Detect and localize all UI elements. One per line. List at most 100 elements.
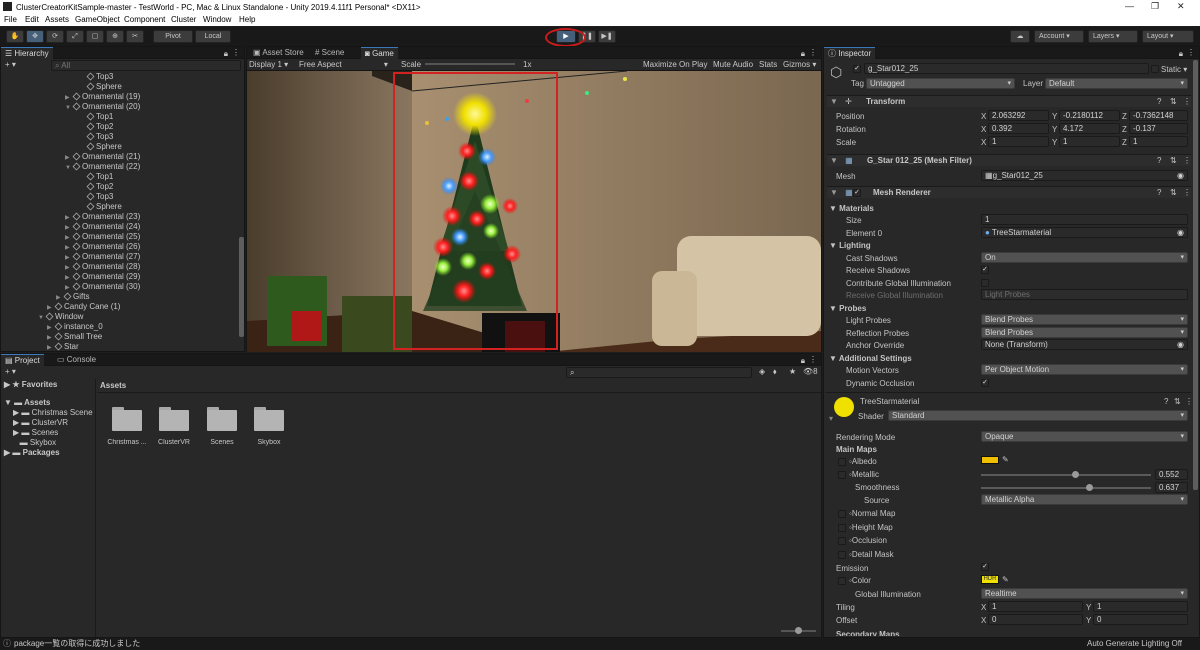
expanded-arrow-icon[interactable]: ▼ — [38, 313, 46, 323]
favorites-item[interactable]: ▶ ★ Favorites — [4, 380, 57, 390]
source-dropdown[interactable]: Metallic Alpha — [981, 494, 1188, 505]
move-tool-icon[interactable]: ✥ — [26, 30, 44, 43]
kebab-icon[interactable]: ⋮ — [1183, 96, 1191, 108]
scale-z-input[interactable]: 1 — [1129, 136, 1188, 147]
menu-window[interactable]: Window — [203, 15, 231, 24]
mesh-renderer-header[interactable]: ▼ ▦ ✓ Mesh Renderer ? ⇅ ⋮ — [827, 186, 1191, 198]
local-toggle[interactable]: Local — [195, 30, 231, 43]
auto-lighting-status[interactable]: Auto Generate Lighting Off — [1087, 639, 1182, 649]
rotation-y-input[interactable]: 4.172 — [1059, 123, 1120, 134]
hierarchy-item[interactable]: ▶ Ornamental (21) — [65, 152, 140, 162]
position-x-input[interactable]: 2.063292 — [988, 110, 1049, 121]
hierarchy-item[interactable]: ▼ Window — [38, 312, 83, 322]
lock-icon[interactable]: 🔒︎ — [1179, 49, 1183, 59]
hierarchy-item[interactable]: Sphere — [79, 202, 122, 212]
hierarchy-item[interactable]: Top3 — [79, 132, 113, 142]
layout-dropdown[interactable]: Layout ▾ — [1142, 30, 1194, 43]
hierarchy-item[interactable]: ▶ Ornamental (27) — [65, 252, 140, 262]
project-search-input[interactable]: ⌕ — [566, 367, 752, 378]
kebab-icon[interactable]: ⋮ — [1187, 48, 1195, 57]
element0-field[interactable]: ● TreeStarmaterial ◉ — [981, 227, 1188, 238]
layers-dropdown[interactable]: Layers ▾ — [1088, 30, 1138, 43]
hierarchy-item[interactable]: ▼ Ornamental (22) — [65, 162, 140, 172]
filter-by-type-icon[interactable]: ◈ — [759, 367, 765, 376]
reflection-probes-dropdown[interactable]: Blend Probes — [981, 327, 1188, 338]
hierarchy-item[interactable]: ▶ Gifts — [56, 292, 89, 302]
minimize-icon[interactable]: — — [1125, 1, 1134, 11]
object-picker-icon[interactable]: ◉ — [1177, 171, 1184, 180]
eyedropper-icon[interactable]: ✎ — [1002, 575, 1009, 584]
dynamic-occlusion-checkbox[interactable]: ✓ — [981, 379, 989, 387]
folder-clustervr[interactable]: ▶ ▬ ClusterVR — [13, 418, 68, 428]
hierarchy-item[interactable]: ▶ Ornamental (29) — [65, 272, 140, 282]
active-checkbox[interactable]: ✓ — [853, 65, 861, 73]
hidden-packages-icon[interactable]: 👁︎8 — [803, 367, 818, 376]
pivot-toggle[interactable]: Pivot — [153, 30, 193, 43]
close-icon[interactable]: ✕ — [1177, 1, 1185, 12]
filter-by-label-icon[interactable]: ⬧ — [773, 367, 777, 377]
hierarchy-item[interactable]: ▶ Candy Cane (1) — [47, 302, 120, 312]
step-button[interactable]: ▶❚ — [598, 30, 616, 43]
receive-shadows-checkbox[interactable]: ✓ — [981, 266, 989, 274]
rotate-tool-icon[interactable]: ⟳ — [46, 30, 64, 43]
rect-tool-icon[interactable]: ▢ — [86, 30, 104, 43]
help-icon[interactable]: ? — [1157, 187, 1161, 199]
contribute-gi-checkbox[interactable] — [981, 279, 989, 287]
tab-hierarchy[interactable]: ☰ Hierarchy — [1, 47, 53, 59]
size-input[interactable]: 1 — [981, 214, 1188, 225]
folder-scenes[interactable]: ▶ ▬ Scenes — [13, 428, 58, 438]
hierarchy-item[interactable]: ▶ instance_0 — [47, 322, 103, 332]
rendering-mode-dropdown[interactable]: Opaque — [981, 431, 1188, 442]
hierarchy-item[interactable]: Top1 — [79, 172, 113, 182]
cloud-icon[interactable]: ☁ — [1010, 30, 1030, 43]
expanded-arrow-icon[interactable]: ▼ — [65, 103, 73, 113]
hierarchy-item[interactable]: ▶ Small Tree — [47, 332, 102, 342]
maximize-on-play-toggle[interactable]: Maximize On Play — [643, 60, 707, 70]
position-z-input[interactable]: -0.7362148 — [1129, 110, 1188, 121]
hierarchy-item[interactable]: ▶ Ornamental (24) — [65, 222, 140, 232]
mute-audio-toggle[interactable]: Mute Audio — [713, 60, 753, 70]
account-dropdown[interactable]: Account ▾ — [1034, 30, 1084, 43]
expanded-arrow-icon[interactable]: ▼ — [65, 163, 73, 173]
custom-tool-icon[interactable]: ✂ — [126, 30, 144, 43]
preset-icon[interactable]: ⇅ — [1170, 155, 1177, 167]
display-dropdown[interactable]: Display 1 ▾ — [249, 60, 288, 70]
texture-slot[interactable] — [838, 577, 846, 585]
kebab-icon[interactable]: ⋮ — [809, 355, 817, 364]
global-illumination-dropdown[interactable]: Realtime — [981, 588, 1188, 599]
emission-hdr-swatch[interactable]: HDR — [981, 575, 999, 584]
emission-checkbox[interactable]: ✓ — [981, 563, 989, 571]
offset-x-input[interactable]: 0 — [988, 614, 1083, 625]
tab-inspector[interactable]: ⓘ Inspector — [824, 47, 876, 59]
object-name-input[interactable]: g_Star012_25 — [864, 63, 1149, 74]
hierarchy-item[interactable]: ▼ Ornamental (20) — [65, 102, 140, 112]
lock-icon[interactable]: 🔒︎ — [224, 49, 228, 59]
hierarchy-item[interactable]: ▶ Star — [47, 342, 79, 351]
layer-dropdown[interactable]: Default — [1045, 78, 1188, 89]
hierarchy-search-input[interactable]: ⌕ All — [51, 60, 241, 71]
metallic-slider[interactable] — [981, 471, 1151, 478]
texture-slot[interactable] — [838, 458, 846, 466]
motion-vectors-dropdown[interactable]: Per Object Motion — [981, 364, 1188, 375]
smoothness-value[interactable]: 0.637 — [1155, 482, 1188, 493]
rotation-x-input[interactable]: 0.392 — [988, 123, 1049, 134]
anchor-override-field[interactable]: None (Transform) ◉ — [981, 339, 1188, 350]
hierarchy-item[interactable]: Sphere — [79, 82, 122, 92]
kebab-icon[interactable]: ⋮ — [232, 48, 240, 57]
additional-settings-foldout[interactable]: ▼ Additional Settings — [829, 354, 912, 363]
help-icon[interactable]: ? — [1157, 96, 1161, 108]
status-message[interactable]: package一覧の取得に成功しました — [14, 639, 140, 649]
kebab-icon[interactable]: ⋮ — [1183, 155, 1191, 167]
tab-asset-store[interactable]: ▣ Asset Store — [249, 47, 308, 59]
tab-project[interactable]: ▤ Project — [1, 354, 44, 366]
menu-file[interactable]: File — [4, 15, 17, 24]
icon-size-handle[interactable] — [795, 627, 802, 634]
texture-slot[interactable] — [838, 537, 846, 545]
menu-component[interactable]: Component — [124, 15, 165, 24]
tiling-y-input[interactable]: 1 — [1093, 601, 1188, 612]
preset-icon[interactable]: ⇅ — [1174, 397, 1181, 406]
kebab-icon[interactable]: ⋮ — [1183, 187, 1191, 199]
project-create-button[interactable]: + ▾ — [5, 367, 16, 376]
static-dropdown[interactable]: Static ▾ — [1161, 65, 1187, 74]
albedo-color-swatch[interactable] — [981, 456, 999, 464]
